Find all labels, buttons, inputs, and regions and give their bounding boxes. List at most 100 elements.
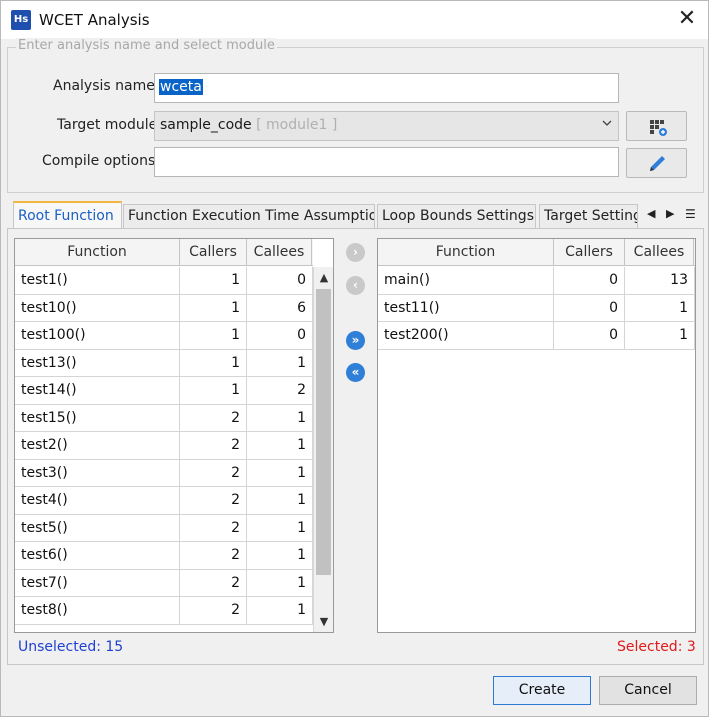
- table-row[interactable]: main() 0 13: [378, 267, 695, 295]
- window-title: WCET Analysis: [39, 11, 150, 29]
- callees-cell: 1: [247, 514, 313, 542]
- callers-cell: 2: [180, 459, 247, 487]
- cancel-button[interactable]: Cancel: [599, 676, 697, 705]
- table-row[interactable]: test4() 2 1: [15, 487, 313, 515]
- callers-cell: 2: [180, 542, 247, 569]
- callers-cell: 1: [180, 294, 247, 322]
- edit-compile-options-button[interactable]: [626, 148, 687, 178]
- table-row[interactable]: test1() 1 0: [15, 267, 313, 295]
- unselected-functions-table[interactable]: Function Callers Callees test1() 1 0 test10…: [14, 238, 334, 633]
- function-cell: test200(): [378, 322, 554, 349]
- callers-cell: 1: [180, 267, 247, 294]
- function-cell: test14(): [15, 377, 180, 404]
- callers-cell: 2: [180, 514, 247, 542]
- move-left-all-button[interactable]: «: [346, 363, 365, 382]
- function-cell: test10(): [15, 294, 180, 322]
- function-cell: test15(): [15, 404, 180, 432]
- compile-options-input[interactable]: [154, 147, 619, 177]
- callees-cell: 1: [625, 294, 695, 322]
- close-button[interactable]: ✕: [669, 6, 705, 34]
- vertical-scrollbar[interactable]: ▲ ▼: [313, 267, 333, 632]
- table-row[interactable]: test15() 2 1: [15, 404, 313, 432]
- table-row[interactable]: test6() 2 1: [15, 542, 313, 570]
- callers-cell: 1: [180, 377, 247, 404]
- callees-cell: 1: [247, 569, 313, 597]
- wcet-analysis-dialog: Hs WCET Analysis ✕ Enter analysis name a…: [0, 0, 709, 717]
- tab-loop-bounds-settings[interactable]: Loop Bounds Settings: [377, 204, 536, 229]
- column-header-function[interactable]: Function: [378, 239, 554, 266]
- callees-cell: 1: [247, 404, 313, 432]
- table-row[interactable]: test7() 2 1: [15, 569, 313, 597]
- table-row[interactable]: test100() 1 0: [15, 322, 313, 350]
- table-row[interactable]: test3() 2 1: [15, 459, 313, 487]
- selected-count: Selected: 3: [617, 639, 696, 655]
- function-cell: test8(): [15, 597, 180, 624]
- target-module-hint: [ module1 ]: [256, 117, 338, 133]
- target-module-value: sample_code: [160, 117, 252, 133]
- callees-cell: 1: [247, 459, 313, 487]
- table-row[interactable]: test2() 2 1: [15, 432, 313, 460]
- tab-function-execution-time-assumption[interactable]: Function Execution Time Assumption: [123, 204, 375, 229]
- callees-cell: 1: [247, 597, 313, 624]
- table-row[interactable]: test10() 1 6: [15, 294, 313, 322]
- pencil-icon: [650, 156, 665, 171]
- table-row[interactable]: test11() 0 1: [378, 294, 695, 322]
- tab-root-function[interactable]: Root Function: [13, 201, 122, 230]
- callees-cell: 13: [625, 267, 695, 294]
- callers-cell: 1: [180, 322, 247, 349]
- scroll-up-icon[interactable]: ▲: [314, 269, 333, 287]
- function-cell: test6(): [15, 542, 180, 569]
- callees-cell: 1: [247, 542, 313, 569]
- tab-bar: Root Function Function Execution Time As…: [13, 201, 703, 230]
- create-button[interactable]: Create: [493, 676, 591, 705]
- callers-cell: 0: [554, 267, 625, 294]
- chevron-down-icon: [602, 120, 612, 126]
- callers-cell: 0: [554, 294, 625, 322]
- callers-cell: 2: [180, 487, 247, 514]
- scroll-down-icon[interactable]: ▼: [314, 613, 333, 631]
- callers-cell: 2: [180, 404, 247, 432]
- callees-cell: 1: [625, 322, 695, 349]
- table-row[interactable]: test14() 1 2: [15, 377, 313, 405]
- column-header-callers[interactable]: Callers: [180, 239, 247, 266]
- table-row[interactable]: test200() 0 1: [378, 322, 695, 350]
- column-header-callees[interactable]: Callees: [247, 239, 312, 266]
- table-header: Function Callers Callees: [15, 239, 313, 266]
- table-row[interactable]: test8() 2 1: [15, 597, 313, 625]
- callers-cell: 0: [554, 322, 625, 349]
- tab-list-menu-icon[interactable]: ☰: [685, 207, 696, 221]
- function-cell: main(): [378, 267, 554, 294]
- module-settings-button[interactable]: [626, 111, 687, 141]
- move-left-one-button[interactable]: ‹: [346, 276, 365, 295]
- unselected-count: Unselected: 15: [18, 639, 124, 655]
- column-header-callers[interactable]: Callers: [554, 239, 625, 266]
- table-row[interactable]: test5() 2 1: [15, 514, 313, 542]
- function-cell: test4(): [15, 487, 180, 514]
- selected-functions-table[interactable]: Function Callers Callees main() 0 13 test11…: [377, 238, 696, 633]
- callees-cell: 0: [247, 267, 313, 294]
- column-header-callees[interactable]: Callees: [625, 239, 694, 266]
- move-right-one-button[interactable]: ›: [346, 243, 365, 262]
- callees-cell: 0: [247, 322, 313, 349]
- function-cell: test3(): [15, 459, 180, 487]
- tab-scroll-left-icon[interactable]: ◀: [647, 207, 655, 220]
- app-logo-icon: Hs: [11, 10, 31, 30]
- callers-cell: 1: [180, 349, 247, 377]
- target-module-select[interactable]: sample_code [ module1 ]: [154, 111, 619, 141]
- column-header-function[interactable]: Function: [15, 239, 180, 266]
- function-cell: test13(): [15, 349, 180, 377]
- callees-cell: 1: [247, 487, 313, 514]
- callees-cell: 1: [247, 432, 313, 459]
- scrollbar-thumb[interactable]: [316, 289, 331, 575]
- compile-options-label: Compile options: [42, 153, 156, 169]
- table-row[interactable]: test13() 1 1: [15, 349, 313, 377]
- tab-target-setting[interactable]: Target Setting: [539, 204, 638, 229]
- move-right-all-button[interactable]: »: [346, 331, 365, 350]
- function-cell: test1(): [15, 267, 180, 294]
- tab-scroll-right-icon[interactable]: ▶: [666, 207, 674, 220]
- callers-cell: 2: [180, 597, 247, 624]
- analysis-name-label: Analysis name: [53, 78, 155, 94]
- analysis-name-input[interactable]: wceta: [154, 73, 619, 103]
- callees-cell: 2: [247, 377, 313, 404]
- function-cell: test2(): [15, 432, 180, 459]
